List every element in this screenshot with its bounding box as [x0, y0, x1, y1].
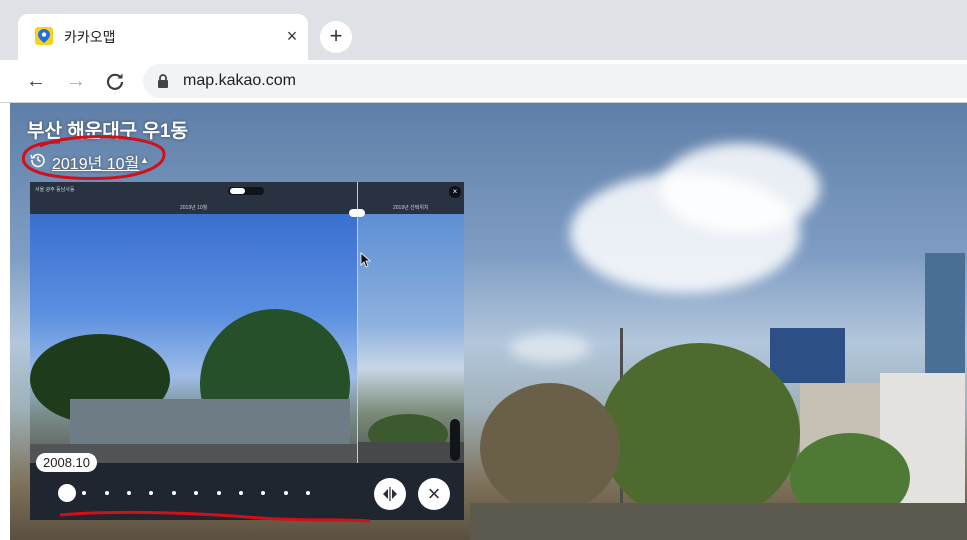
place-title: 부산 해운대구 우1동	[27, 121, 188, 142]
tab-title: 카카오맵	[64, 29, 116, 45]
reload-icon[interactable]	[101, 67, 129, 95]
close-timeline-button[interactable]: ×	[418, 478, 450, 510]
kakaomap-favicon-icon	[35, 27, 53, 45]
timeline-step-dot[interactable]	[127, 491, 132, 495]
timeline-step-dot[interactable]	[171, 491, 176, 495]
right-date-label: 2019년 선택위치	[393, 205, 429, 211]
timeline-slider[interactable]	[58, 484, 310, 502]
current-panorama-right[interactable]	[358, 214, 464, 463]
cloud-shape	[510, 333, 590, 363]
timeline-step-dot[interactable]	[261, 491, 266, 495]
selected-year-tooltip: 2008.10	[36, 453, 97, 472]
wall	[70, 399, 350, 447]
browser-tab[interactable]: 카카오맵 ×	[18, 14, 308, 60]
road	[358, 442, 464, 463]
tree	[480, 383, 620, 513]
timeline-step-dot[interactable]	[82, 491, 87, 495]
left-date-label: 2019년 10월	[180, 205, 208, 211]
past-panorama-left[interactable]	[30, 214, 357, 463]
view-mode-toggle[interactable]	[228, 187, 264, 195]
compare-split-button[interactable]	[374, 478, 406, 510]
timeline-step-dot[interactable]	[194, 491, 199, 495]
browser-tabstrip: 카카오맵 × +	[0, 0, 967, 60]
split-handle[interactable]	[349, 209, 365, 217]
billboard	[770, 328, 845, 383]
forward-arrow-icon[interactable]: →	[62, 67, 90, 95]
panel-location-label: 서울 광주 동남사동	[35, 187, 75, 193]
lock-icon	[158, 74, 168, 88]
panel-close-icon[interactable]: ×	[449, 186, 461, 198]
caret-up-icon[interactable]: ▲	[140, 155, 149, 165]
timeline-step-dot[interactable]	[149, 491, 154, 495]
panel-header: 서울 광주 동남사동 2019년 10월 2019년 선택위치 ×	[30, 182, 464, 214]
timeline-step-dot[interactable]	[283, 491, 288, 495]
roadview-panorama[interactable]: 부산 해운대구 우1동 2019년 10월 ▲ 서울 광주 동남사동 2019년…	[10, 103, 967, 540]
new-tab-button[interactable]: +	[320, 21, 352, 53]
timeline-bar: 2008.10 ×	[30, 453, 464, 520]
url-text: map.kakao.com	[183, 72, 296, 89]
mouse-cursor-icon	[360, 252, 372, 268]
cloud-shape	[660, 143, 820, 233]
timeline-step-dot[interactable]	[306, 491, 310, 495]
timeline-step-dot[interactable]	[238, 491, 243, 495]
browser-toolbar: ← → map.kakao.com	[0, 60, 967, 103]
timeline-step-dot[interactable]	[216, 491, 221, 495]
past-view-panel: 서울 광주 동남사동 2019년 10월 2019년 선택위치 × 2008.1…	[30, 182, 464, 520]
tree	[600, 343, 800, 523]
split-divider[interactable]	[357, 182, 358, 463]
tab-close-icon[interactable]: ×	[280, 24, 304, 48]
compare-icon	[383, 487, 397, 501]
zoom-control[interactable]	[450, 419, 460, 461]
timeline-step-dot[interactable]	[104, 491, 109, 495]
street	[470, 503, 967, 540]
history-clock-icon	[30, 153, 45, 168]
back-arrow-icon[interactable]: ←	[22, 67, 50, 95]
tower-building	[925, 253, 965, 373]
selected-date-label[interactable]: 2019년 10월	[52, 150, 139, 174]
timeline-knob[interactable]	[58, 484, 76, 502]
address-bar[interactable]: map.kakao.com	[143, 64, 967, 98]
